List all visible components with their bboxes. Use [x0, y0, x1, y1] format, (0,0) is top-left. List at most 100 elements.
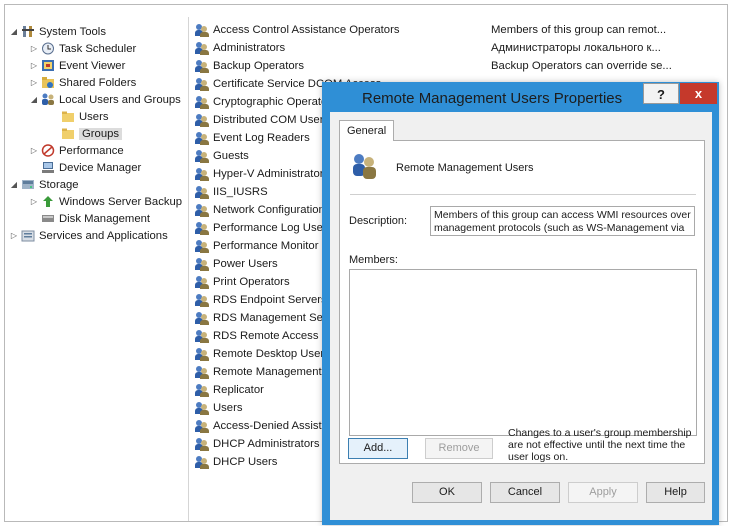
collapse-arrow-icon[interactable]: ◢	[9, 27, 19, 36]
group-icon	[195, 113, 209, 127]
pane-splitter[interactable]	[188, 17, 189, 521]
group-icon	[195, 419, 209, 433]
tree-node-label: Users	[79, 110, 109, 123]
tree-node-label: Device Manager	[59, 161, 142, 174]
group-icon	[195, 275, 209, 289]
tab-general[interactable]: General	[339, 120, 395, 141]
members-label: Members:	[349, 254, 398, 266]
tree-node-label: Event Viewer	[59, 59, 126, 72]
expand-arrow-icon[interactable]: ▷	[29, 78, 39, 87]
tools-icon	[21, 25, 35, 38]
tree-node-label: Task Scheduler	[59, 42, 137, 55]
tree-node-performance[interactable]: ▷ Performance	[29, 142, 124, 159]
tree-node-system-tools[interactable]: ◢ System Tools	[9, 23, 106, 40]
expand-arrow-icon[interactable]: ▷	[29, 61, 39, 70]
list-item[interactable]: Administrators	[195, 39, 515, 57]
group-description: Backup Operators can override se...	[491, 60, 672, 72]
group-name: Performance Log Users	[213, 222, 333, 234]
expand-arrow-icon[interactable]: ▷	[29, 197, 39, 206]
close-button[interactable]: x	[680, 83, 717, 104]
group-icon	[195, 365, 209, 379]
add-button[interactable]: Add...	[348, 438, 408, 459]
tree-node-label: Local Users and Groups	[59, 93, 181, 106]
apply-button[interactable]: Apply	[568, 482, 638, 503]
group-name: Power Users	[213, 258, 278, 270]
tree-node-shared-folders[interactable]: ▷ Shared Folders	[29, 74, 136, 91]
event-viewer-icon	[41, 59, 55, 72]
group-description: Администраторы локального к...	[491, 42, 661, 54]
group-icon	[195, 131, 209, 145]
shared-folder-icon	[41, 76, 55, 89]
separator	[350, 194, 696, 195]
group-name: Remote Desktop Users	[213, 348, 330, 360]
ok-button[interactable]: OK	[412, 482, 482, 503]
tree-node-device-manager[interactable]: Device Manager	[29, 159, 141, 176]
expand-arrow-icon[interactable]: ▷	[29, 44, 39, 53]
group-icon	[195, 167, 209, 181]
cancel-button[interactable]: Cancel	[490, 482, 560, 503]
tree-node-services-and-applications[interactable]: ▷ Services and Applications	[9, 227, 168, 244]
group-name: RDS Endpoint Servers	[213, 294, 327, 306]
group-icon	[195, 203, 209, 217]
clock-icon	[41, 42, 55, 55]
group-icon	[195, 77, 209, 91]
users-icon	[41, 93, 55, 106]
collapse-arrow-icon[interactable]: ◢	[9, 180, 19, 189]
tree-node-label: System Tools	[39, 25, 106, 38]
disk-icon	[41, 212, 55, 225]
help-button[interactable]: Help	[646, 482, 705, 503]
group-icon	[195, 311, 209, 325]
description-field[interactable]: Members of this group can access WMI res…	[430, 206, 695, 236]
collapse-arrow-icon[interactable]: ◢	[29, 95, 39, 104]
device-manager-icon	[41, 161, 55, 174]
tree-node-users[interactable]: Users	[49, 108, 109, 125]
tree-node-disk-management[interactable]: Disk Management	[29, 210, 150, 227]
group-icon	[195, 437, 209, 451]
tree-node-label: Groups	[79, 127, 123, 140]
group-icon	[195, 221, 209, 235]
folder-icon	[61, 110, 75, 123]
note-line: Changes to a user's group membership	[508, 427, 692, 439]
group-icon	[195, 239, 209, 253]
group-icon	[350, 153, 378, 181]
group-icon	[195, 347, 209, 361]
group-name: Cryptographic Operators	[213, 96, 337, 108]
dialog-title: Remote Management Users Properties	[362, 90, 623, 107]
list-item[interactable]: Backup Operators	[195, 57, 515, 75]
group-icon	[195, 41, 209, 55]
tree-node-event-viewer[interactable]: ▷ Event Viewer	[29, 57, 125, 74]
tree-node-windows-server-backup[interactable]: ▷ Windows Server Backup	[29, 193, 182, 210]
tree-node-label: Services and Applications	[39, 229, 168, 242]
group-name: Print Operators	[213, 276, 290, 288]
tree-node-local-users-and-groups[interactable]: ◢ Local Users and Groups	[29, 91, 181, 108]
group-icon	[195, 257, 209, 271]
members-list[interactable]	[349, 269, 697, 436]
description-line: Members of this group can access WMI res…	[434, 209, 691, 221]
tree-node-storage[interactable]: ◢ Storage	[9, 176, 79, 193]
remove-button[interactable]: Remove	[425, 438, 493, 459]
tree-node-groups[interactable]: Groups	[49, 125, 123, 142]
group-icon	[195, 149, 209, 163]
group-name: IIS_IUSRS	[213, 186, 268, 198]
group-icon	[195, 59, 209, 73]
group-icon	[195, 23, 209, 37]
description-line: management protocols (such as WS-Managem…	[434, 221, 685, 234]
group-name: Event Log Readers	[213, 132, 310, 144]
group-name: Backup Operators	[213, 60, 305, 72]
tree-node-label: Disk Management	[59, 212, 151, 225]
help-title-button[interactable]: ?	[643, 83, 679, 104]
group-icon	[195, 383, 209, 397]
tree-node-label: Performance	[59, 144, 124, 157]
group-description: Members of this group can remot...	[491, 24, 667, 36]
group-name: Hyper-V Administrators	[213, 168, 330, 180]
expand-arrow-icon[interactable]: ▷	[9, 231, 19, 240]
group-icon	[195, 455, 209, 469]
storage-icon	[21, 178, 35, 191]
list-item[interactable]: Access Control Assistance Operators	[195, 21, 515, 39]
group-name: Access Control Assistance Operators	[213, 24, 400, 36]
tree-node-task-scheduler[interactable]: ▷ Task Scheduler	[29, 40, 136, 57]
expand-arrow-icon[interactable]: ▷	[29, 146, 39, 155]
note-line: are not effective until the next time th…	[508, 439, 686, 451]
tree-node-label: Storage	[39, 178, 79, 191]
group-name: Distributed COM Users	[213, 114, 330, 126]
